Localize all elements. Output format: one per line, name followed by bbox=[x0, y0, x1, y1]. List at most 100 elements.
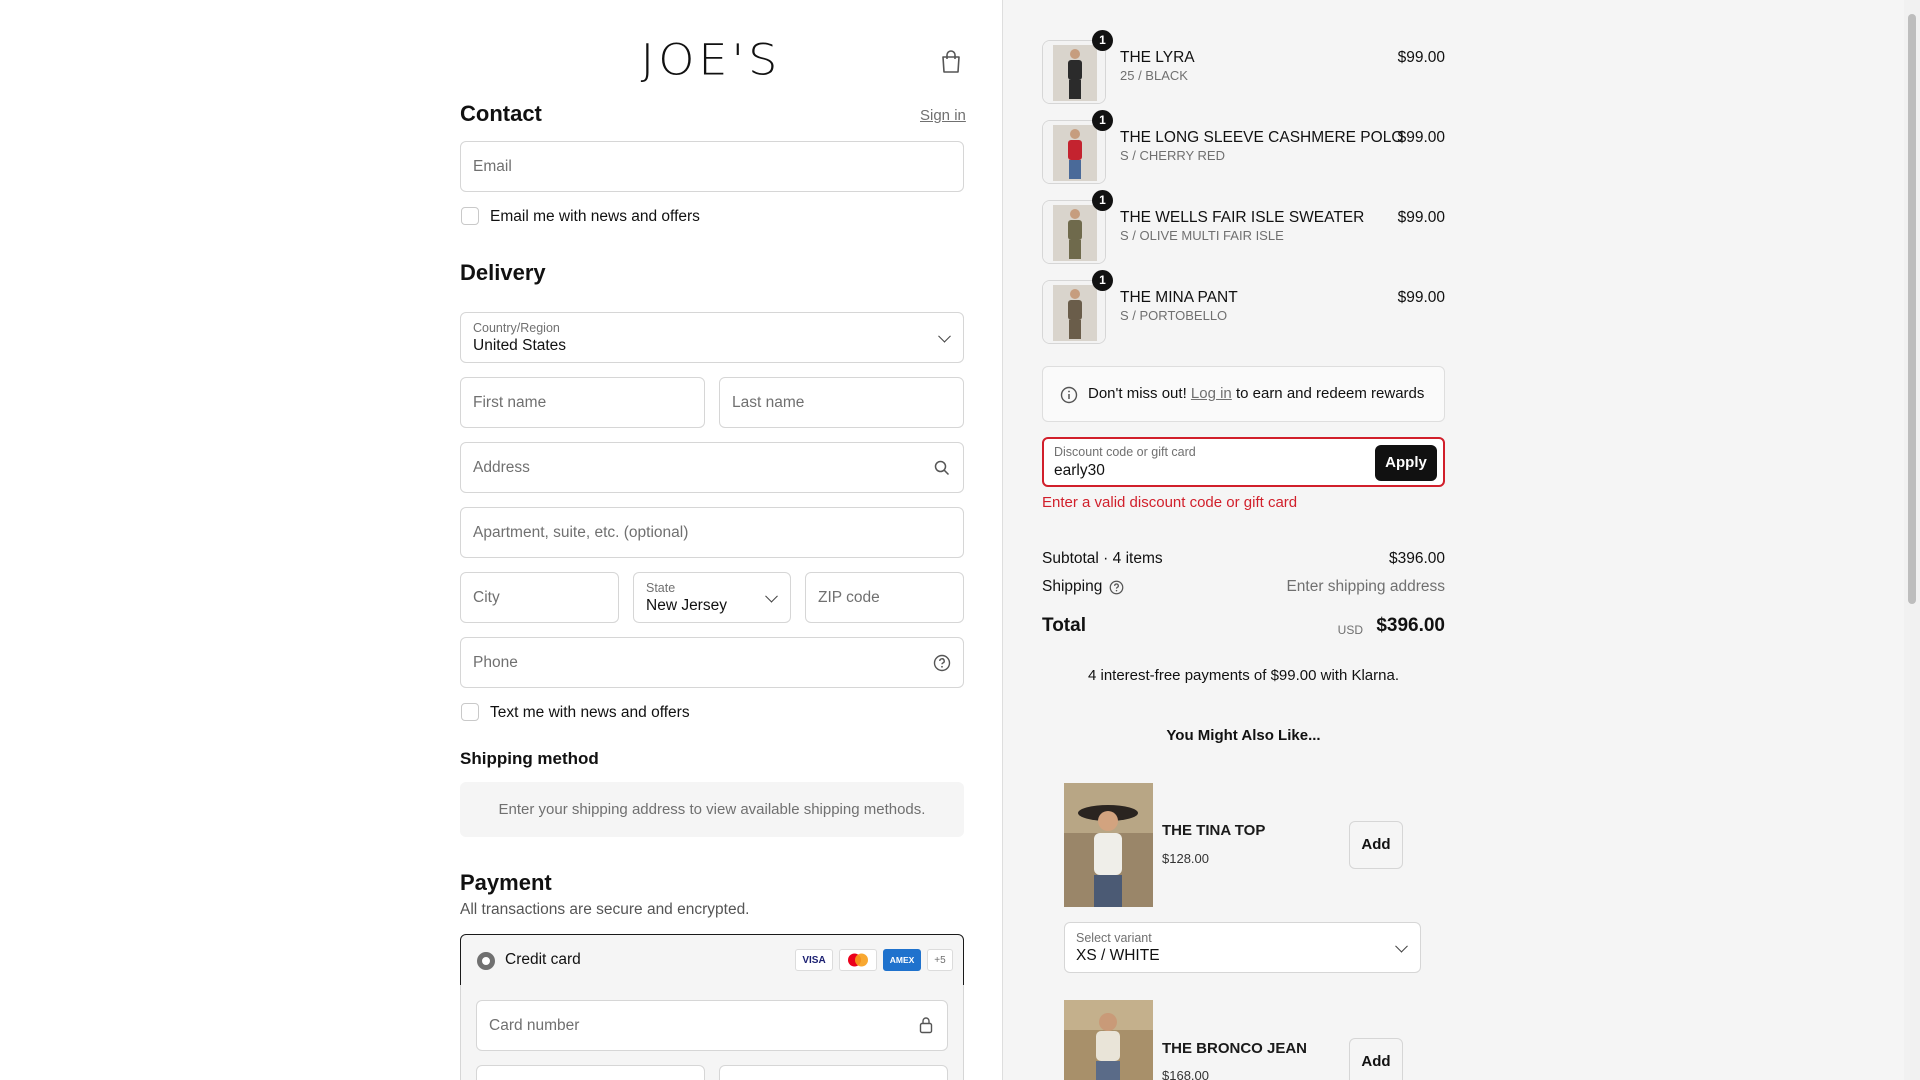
quantity-badge: 1 bbox=[1092, 30, 1113, 51]
shipping-row: Shipping Enter shipping address bbox=[1042, 578, 1445, 596]
shopping-bag-icon[interactable] bbox=[940, 50, 962, 74]
state-select[interactable]: State New Jersey bbox=[633, 572, 791, 623]
email-field[interactable]: Email bbox=[460, 141, 964, 192]
phone-field[interactable]: Phone bbox=[460, 637, 964, 688]
credit-card-label: Credit card bbox=[505, 951, 581, 968]
apartment-field[interactable]: Apartment, suite, etc. (optional) bbox=[460, 507, 964, 558]
country-select[interactable]: Country/Region United States bbox=[460, 312, 964, 363]
cart-line-item: 1 THE MINA PANT S / PORTOBELLO $99.00 bbox=[1042, 270, 1445, 344]
rewards-post: to earn and redeem rewards bbox=[1235, 385, 1425, 402]
mastercard-icon bbox=[839, 949, 877, 971]
product-photo bbox=[1043, 201, 1105, 263]
state-value: New Jersey bbox=[646, 597, 727, 614]
payment-subtext: All transactions are secure and encrypte… bbox=[460, 901, 750, 918]
total-value: $396.00 bbox=[1376, 615, 1445, 636]
item-price: $99.00 bbox=[1397, 209, 1445, 226]
item-variant: S / OLIVE MULTI FAIR ISLE bbox=[1120, 228, 1284, 243]
first-name-field[interactable]: First name bbox=[460, 377, 705, 428]
tina-top-photo bbox=[1064, 783, 1153, 907]
chevron-down-icon bbox=[938, 329, 951, 343]
zip-field[interactable]: ZIP code bbox=[805, 572, 964, 623]
credit-card-radio[interactable] bbox=[477, 952, 495, 970]
rewards-pre: Don't miss out! bbox=[1088, 385, 1187, 402]
bronco-jean-image[interactable] bbox=[1064, 1000, 1153, 1080]
product-photo bbox=[1043, 41, 1105, 103]
card-number-field[interactable]: Card number bbox=[476, 1000, 948, 1051]
sign-in-link[interactable]: Sign in bbox=[920, 107, 966, 124]
item-price: $99.00 bbox=[1397, 49, 1445, 66]
bronco-jean-photo bbox=[1064, 1000, 1153, 1080]
phone-placeholder: Phone bbox=[473, 653, 518, 671]
upsell-product-price: $168.00 bbox=[1162, 1068, 1209, 1080]
search-icon bbox=[934, 460, 950, 476]
last-name-field[interactable]: Last name bbox=[719, 377, 964, 428]
upsell-product-name: THE TINA TOP bbox=[1162, 822, 1266, 839]
card-expiry-field[interactable] bbox=[476, 1065, 705, 1080]
brand-logo[interactable]: JOE'S bbox=[618, 38, 804, 82]
cart-line-item: 1 THE LYRA 25 / BLACK $99.00 bbox=[1042, 30, 1445, 104]
item-name: THE WELLS FAIR ISLE SWEATER bbox=[1120, 209, 1365, 226]
item-name: THE LONG SLEEVE CASHMERE POLO bbox=[1120, 129, 1404, 146]
chevron-down-icon bbox=[1395, 939, 1408, 953]
visa-icon: VISA bbox=[795, 949, 833, 971]
item-price: $99.00 bbox=[1397, 129, 1445, 146]
rewards-login-link[interactable]: Log in bbox=[1191, 385, 1232, 402]
total-row: Total USD $396.00 bbox=[1042, 615, 1445, 645]
address-field[interactable]: Address bbox=[460, 442, 964, 493]
klarna-message: 4 interest-free payments of $99.00 with … bbox=[1087, 667, 1399, 684]
amex-icon: AMEX bbox=[883, 949, 921, 971]
quantity-badge: 1 bbox=[1092, 190, 1113, 211]
country-label: Country/Region bbox=[473, 321, 560, 335]
item-name: THE MINA PANT bbox=[1120, 289, 1238, 306]
text-optin-label: Text me with news and offers bbox=[490, 704, 690, 721]
last-name-placeholder: Last name bbox=[732, 393, 805, 411]
subtotal-row: Subtotal · 4 items $396.00 bbox=[1042, 550, 1445, 568]
chevron-down-icon bbox=[765, 589, 778, 603]
discount-code-field[interactable]: Discount code or gift card early30 Apply bbox=[1042, 437, 1445, 487]
shipping-label: Shipping bbox=[1042, 578, 1103, 595]
credit-card-option[interactable]: Credit card VISA AMEX +5 bbox=[460, 934, 964, 986]
subtotal-label: Subtotal · 4 items bbox=[1042, 550, 1163, 567]
shipping-method-note: Enter your shipping address to view avai… bbox=[460, 782, 964, 837]
subtotal-value: $396.00 bbox=[1388, 550, 1445, 567]
rewards-text: Don't miss out! Log in to earn and redee… bbox=[1088, 385, 1424, 402]
cart-line-item: 1 THE LONG SLEEVE CASHMERE POLO S / CHERRY… bbox=[1042, 110, 1445, 184]
card-cvc-field[interactable] bbox=[719, 1065, 948, 1080]
quantity-badge: 1 bbox=[1092, 110, 1113, 131]
variant-value: XS / WHITE bbox=[1076, 947, 1160, 964]
product-photo bbox=[1043, 121, 1105, 183]
variant-select[interactable]: Select variant XS / WHITE bbox=[1064, 922, 1421, 973]
city-field[interactable]: City bbox=[460, 572, 619, 623]
total-label: Total bbox=[1042, 615, 1086, 636]
shipping-method-heading: Shipping method bbox=[460, 749, 599, 768]
discount-value: early30 bbox=[1054, 462, 1105, 479]
text-optin-checkbox[interactable] bbox=[461, 703, 479, 721]
email-optin-checkbox[interactable] bbox=[461, 207, 479, 225]
discount-error: Enter a valid discount code or gift card bbox=[1042, 494, 1298, 511]
credit-card-form: Card number bbox=[460, 985, 964, 1080]
shipping-value: Enter shipping address bbox=[1286, 578, 1445, 595]
upsell-product-name: THE BRONCO JEAN bbox=[1162, 1040, 1308, 1057]
tina-top-image[interactable] bbox=[1064, 783, 1153, 907]
help-icon[interactable] bbox=[933, 654, 951, 672]
first-name-placeholder: First name bbox=[473, 393, 547, 411]
contact-heading: Contact bbox=[460, 101, 542, 126]
add-button[interactable]: Add bbox=[1349, 1038, 1403, 1080]
mastercard-circles bbox=[848, 953, 868, 967]
checkout-form-column: JOE'S Contact Sign in Email Email me wit… bbox=[0, 0, 1002, 1080]
address-placeholder: Address bbox=[473, 458, 530, 476]
payment-heading: Payment bbox=[460, 870, 552, 895]
add-button[interactable]: Add bbox=[1349, 821, 1403, 869]
country-value: United States bbox=[473, 337, 567, 354]
variant-label: Select variant bbox=[1076, 931, 1152, 945]
quantity-badge: 1 bbox=[1092, 270, 1113, 291]
upsell-product-price: $128.00 bbox=[1162, 851, 1209, 866]
scrollbar-thumb[interactable] bbox=[1908, 14, 1916, 604]
discount-label: Discount code or gift card bbox=[1054, 445, 1196, 459]
info-icon bbox=[1060, 386, 1078, 404]
help-icon[interactable] bbox=[1109, 580, 1124, 595]
apply-button[interactable]: Apply bbox=[1375, 445, 1437, 481]
apartment-placeholder: Apartment, suite, etc. (optional) bbox=[473, 523, 689, 541]
item-variant: S / CHERRY RED bbox=[1120, 148, 1225, 163]
city-placeholder: City bbox=[473, 588, 500, 606]
